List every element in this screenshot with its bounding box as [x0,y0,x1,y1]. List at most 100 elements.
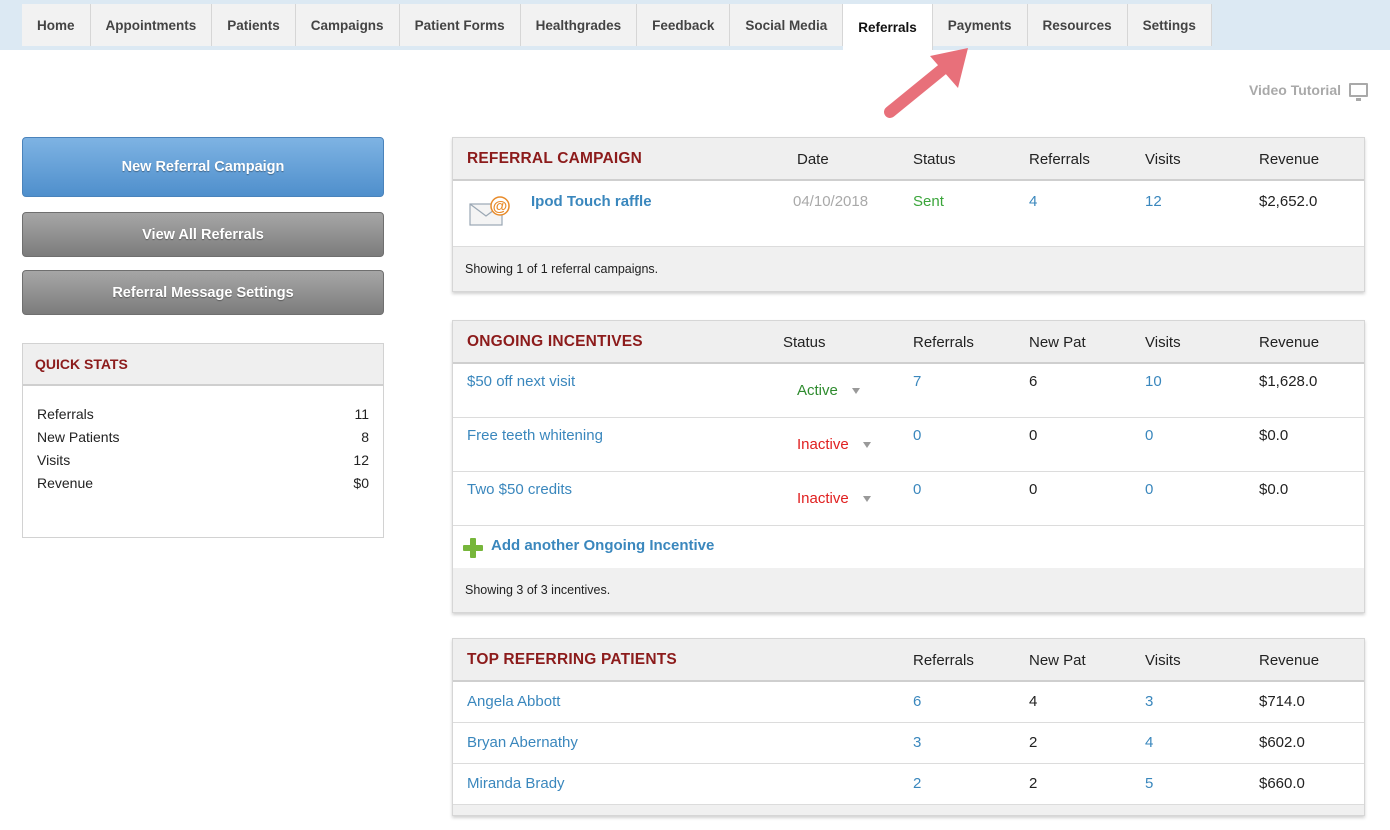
column-header-date: Date [797,151,829,168]
panel-header: TOP REFERRING PATIENTS Referrals New Pat… [453,639,1364,682]
column-header-visits: Visits [1145,334,1181,351]
campaign-revenue: $2,652.0 [1259,193,1318,210]
incentive-name-link[interactable]: $50 off next visit [467,373,575,390]
stat-value: 8 [361,429,369,445]
top-nav: Home Appointments Patients Campaigns Pat… [0,0,1390,50]
tab-patients[interactable]: Patients [212,4,296,46]
quick-stats-title: QUICK STATS [23,344,383,386]
incentive-new-pat: 6 [1029,373,1038,390]
patient-name-link[interactable]: Angela Abbott [467,693,560,710]
tab-resources[interactable]: Resources [1027,4,1128,46]
incentive-revenue: $0.0 [1259,427,1289,444]
campaign-date: 04/10/2018 [793,193,869,210]
table-row: Miranda Brady 2 2 5 $660.0 [453,764,1364,805]
panel-title: REFERRAL CAMPAIGN [467,150,643,167]
tab-social-media[interactable]: Social Media [730,4,844,46]
new-referral-campaign-button[interactable]: New Referral Campaign [22,137,384,197]
table-row: Angela Abbott 6 4 3 $714.0 [453,682,1364,723]
video-tutorial-link[interactable]: Video Tutorial [1249,82,1368,101]
patient-referrals-link[interactable]: 2 [913,775,921,792]
incentive-name-link[interactable]: Free teeth whitening [467,427,603,444]
incentive-name-link[interactable]: Two $50 credits [467,481,572,498]
patient-new-pat: 4 [1029,693,1038,710]
tab-campaigns[interactable]: Campaigns [295,4,400,46]
stat-row: Revenue $0 [37,475,369,498]
incentive-visits-link[interactable]: 0 [1145,481,1153,498]
column-header-status: Status [913,151,956,168]
panel-header: REFERRAL CAMPAIGN Date Status Referrals … [453,138,1364,181]
tab-patient-forms[interactable]: Patient Forms [399,4,521,46]
incentive-referrals-link[interactable]: 0 [913,481,921,498]
incentive-visits-link[interactable]: 0 [1145,427,1153,444]
incentive-status-value: Inactive [797,490,849,507]
chevron-down-icon [862,495,871,502]
stat-label: Referrals [37,406,94,422]
tab-appointments[interactable]: Appointments [90,4,213,46]
patient-revenue: $660.0 [1259,775,1305,792]
incentive-new-pat: 0 [1029,427,1038,444]
view-all-referrals-button[interactable]: View All Referrals [22,212,384,257]
incentive-referrals-link[interactable]: 7 [913,373,921,390]
tab-home[interactable]: Home [22,4,91,46]
table-row: $50 off next visit Active 7 6 10 $1,628.… [453,364,1364,418]
campaign-visits-link[interactable]: 12 [1145,193,1162,210]
column-header-revenue: Revenue [1259,151,1320,168]
patient-visits-link[interactable]: 5 [1145,775,1153,792]
incentive-new-pat: 0 [1029,481,1038,498]
campaign-referrals-link[interactable]: 4 [1029,193,1037,210]
add-incentive-link[interactable]: Add another Ongoing Incentive [491,537,714,554]
column-header-referrals: Referrals [1029,151,1090,168]
patient-referrals-link[interactable]: 3 [913,734,921,751]
column-header-visits: Visits [1145,151,1181,168]
incentive-status-dropdown[interactable]: Inactive [797,490,871,507]
table-row: Two $50 credits Inactive 0 0 0 $0.0 [453,472,1364,526]
stat-value: 11 [354,406,369,422]
patient-revenue: $602.0 [1259,734,1305,751]
incentive-status-dropdown[interactable]: Inactive [797,436,871,453]
stat-label: Visits [37,452,71,468]
incentive-status-dropdown[interactable]: Active [797,382,860,399]
patient-name-link[interactable]: Bryan Abernathy [467,734,578,751]
top-referring-patients-panel: TOP REFERRING PATIENTS Referrals New Pat… [452,638,1365,816]
panel-footer [453,805,1364,815]
table-row: Free teeth whitening Inactive 0 0 0 $0.0 [453,418,1364,472]
annotation-arrow-icon [884,48,968,118]
incentive-revenue: $1,628.0 [1259,373,1318,390]
email-envelope-icon: @ [469,196,510,226]
referral-message-settings-button[interactable]: Referral Message Settings [22,270,384,315]
tab-settings[interactable]: Settings [1127,4,1212,46]
column-header-revenue: Revenue [1259,334,1320,351]
table-row: @ Ipod Touch raffle 04/10/2018 Sent 4 12… [453,181,1364,247]
patient-visits-link[interactable]: 3 [1145,693,1153,710]
patient-referrals-link[interactable]: 6 [913,693,921,710]
patient-visits-link[interactable]: 4 [1145,734,1153,751]
tab-feedback[interactable]: Feedback [637,4,731,46]
chevron-down-icon [862,441,871,448]
svg-text:@: @ [493,198,508,215]
campaign-name-link[interactable]: Ipod Touch raffle [531,193,652,210]
incentive-status-value: Inactive [797,436,849,453]
patient-revenue: $714.0 [1259,693,1305,710]
stat-label: New Patients [37,429,120,445]
column-header-status: Status [783,334,826,351]
column-header-new-pat: New Pat [1029,652,1086,669]
column-header-visits: Visits [1145,652,1181,669]
table-row: Bryan Abernathy 3 2 4 $602.0 [453,723,1364,764]
incentive-visits-link[interactable]: 10 [1145,373,1162,390]
referral-campaign-panel: REFERRAL CAMPAIGN Date Status Referrals … [452,137,1365,292]
panel-title: ONGOING INCENTIVES [467,333,643,350]
panel-footer: Showing 3 of 3 incentives. [453,568,1364,612]
column-header-revenue: Revenue [1259,652,1320,669]
plus-icon [463,538,483,558]
incentive-referrals-link[interactable]: 0 [913,427,921,444]
stat-row: Visits 12 [37,452,369,475]
patient-name-link[interactable]: Miranda Brady [467,775,565,792]
panel-footer: Showing 1 of 1 referral campaigns. [453,247,1364,291]
incentive-revenue: $0.0 [1259,481,1289,498]
panel-title: TOP REFERRING PATIENTS [467,651,677,668]
stat-label: Revenue [37,475,94,491]
tab-healthgrades[interactable]: Healthgrades [520,4,638,46]
monitor-icon [1349,83,1368,101]
incentive-status-value: Active [797,382,838,399]
column-header-new-pat: New Pat [1029,334,1086,351]
